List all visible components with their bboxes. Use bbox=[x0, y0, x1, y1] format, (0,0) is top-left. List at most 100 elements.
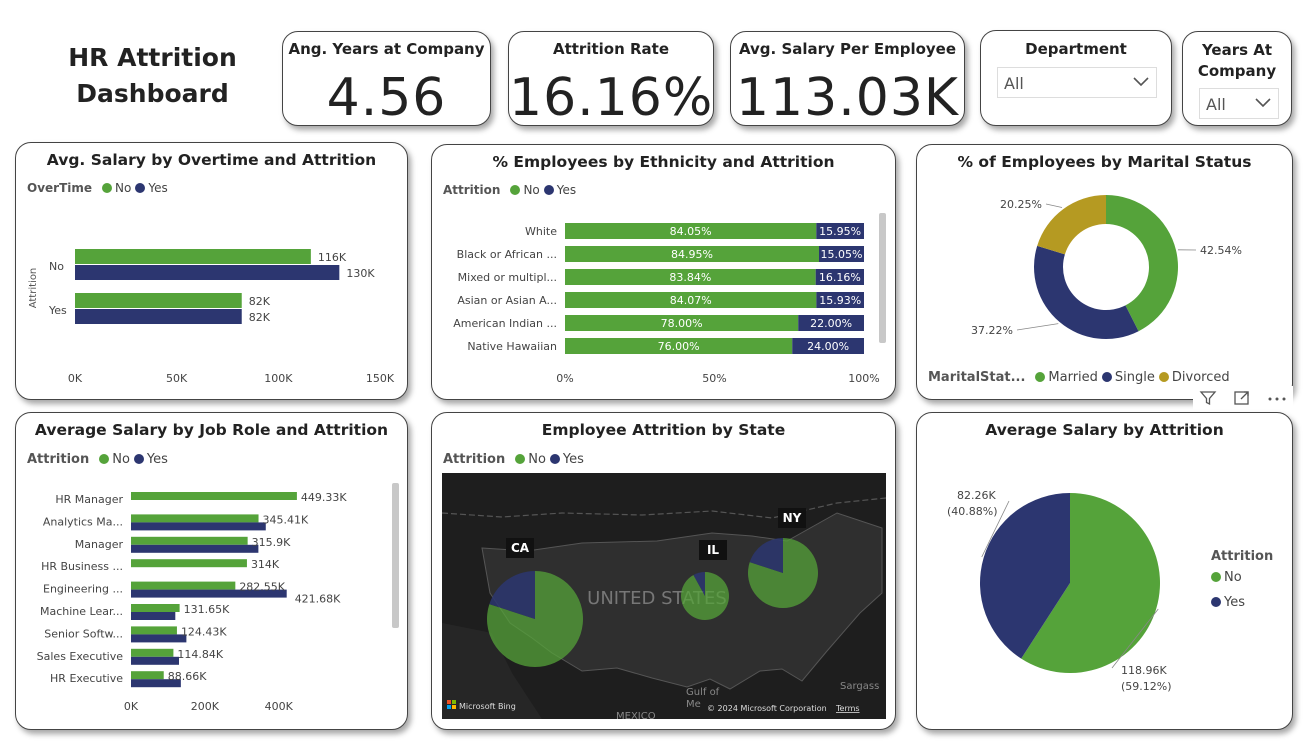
jobrole-chart-card: Average Salary by Job Role and Attrition… bbox=[15, 412, 408, 730]
overtime-chart-card: Avg. Salary by Overtime and Attrition Ov… bbox=[15, 142, 408, 400]
jobrole-bar-chart: HR Manager 449.33K Analytics Ma... 345.41K M… bbox=[37, 483, 399, 713]
kpi-value: 16.16% bbox=[509, 68, 714, 128]
data-label: 22.00% bbox=[810, 317, 852, 330]
data-label: 82K bbox=[249, 295, 271, 308]
data-label: 37.22% bbox=[971, 324, 1013, 337]
x-tick-label: 0% bbox=[556, 372, 573, 385]
category-label: Analytics Ma... bbox=[43, 515, 123, 528]
x-tick-label: 400K bbox=[265, 700, 294, 713]
data-label: 78.00% bbox=[661, 317, 703, 330]
place-label: Me bbox=[686, 699, 701, 710]
legend-item: No bbox=[528, 452, 546, 467]
place-label: MEXICO bbox=[616, 711, 656, 719]
place-label: Sargass bbox=[840, 681, 879, 692]
legend-title: Attrition bbox=[1211, 549, 1274, 564]
data-label: 42.54% bbox=[1200, 244, 1242, 257]
chart-legend: MaritalStat... Married Single Divorced bbox=[928, 370, 1230, 385]
x-tick-label: 0K bbox=[124, 700, 139, 713]
data-label: 315.9K bbox=[252, 536, 291, 549]
data-label: 88.66K bbox=[168, 670, 207, 683]
filter-icon[interactable] bbox=[1199, 389, 1217, 407]
ethnicity-chart-card: % Employees by Ethnicity and Attrition A… bbox=[431, 144, 896, 400]
bar bbox=[75, 249, 311, 264]
category-label: White bbox=[525, 225, 557, 238]
us-map[interactable]: UNITED STATESCA ILNYGulf ofMeMEXICOSargas… bbox=[442, 473, 886, 719]
data-label: 314K bbox=[251, 558, 280, 571]
kpi-value: 113.03K bbox=[735, 68, 960, 128]
data-label: 421.68K bbox=[295, 593, 341, 606]
bar-yes bbox=[131, 656, 179, 665]
legend-title: MaritalStat... bbox=[928, 370, 1026, 385]
data-label: 76.00% bbox=[658, 340, 700, 353]
leader-line bbox=[1016, 323, 1059, 331]
pie-legend: Attrition No Yes bbox=[1211, 549, 1273, 610]
data-label: 16.16% bbox=[819, 271, 861, 284]
legend-dot-single bbox=[1101, 372, 1112, 382]
bar-no bbox=[131, 604, 180, 612]
overtime-bar-chart: Attrition No 116K 130K Yes 82K 82K 0K 50K 100K 150… bbox=[28, 249, 395, 385]
x-tick-label: 200K bbox=[191, 700, 220, 713]
category-label: Senior Softw... bbox=[44, 627, 123, 640]
focus-mode-icon[interactable] bbox=[1233, 389, 1251, 407]
category-label: No bbox=[49, 260, 64, 273]
data-label: 130K bbox=[346, 267, 375, 280]
terms-link[interactable]: Terms bbox=[835, 704, 860, 713]
chevron-down-icon bbox=[1255, 98, 1271, 108]
department-slicer: Department All bbox=[980, 30, 1172, 126]
title-line-1: HR Attrition bbox=[68, 43, 237, 72]
place-label: Gulf of bbox=[686, 687, 720, 698]
slicer-label: Years At Company bbox=[1183, 40, 1291, 82]
kpi-label: Attrition Rate bbox=[552, 40, 670, 58]
kpi-label: Avg. Salary Per Employee bbox=[738, 40, 957, 58]
x-tick-label: 50K bbox=[166, 372, 188, 385]
bar bbox=[75, 309, 242, 324]
data-label: (40.88%) bbox=[947, 505, 998, 518]
dropdown-value: All bbox=[1206, 95, 1226, 114]
bing-logo bbox=[447, 700, 451, 704]
data-label: 84.05% bbox=[670, 225, 712, 238]
data-label: 15.95% bbox=[819, 225, 861, 238]
data-label: 24.00% bbox=[807, 340, 849, 353]
data-label: 83.84% bbox=[669, 271, 711, 284]
bing-label: Microsoft Bing bbox=[459, 702, 516, 711]
data-label: (59.12%) bbox=[1121, 680, 1172, 693]
bar-no bbox=[131, 492, 297, 500]
bing-logo bbox=[452, 700, 456, 704]
kpi-card-attrition-rate: Attrition Rate 16.16% bbox=[508, 31, 714, 128]
state-label: IL bbox=[707, 543, 719, 557]
legend-dot-divorced bbox=[1158, 372, 1169, 382]
bar bbox=[75, 265, 340, 280]
legend-dot-married bbox=[1035, 372, 1046, 382]
y-axis-label: Attrition bbox=[28, 268, 39, 309]
department-dropdown[interactable]: All bbox=[997, 67, 1157, 98]
category-label: Mixed or multipl... bbox=[458, 271, 557, 284]
bar-yes bbox=[131, 522, 266, 531]
x-tick-label: 150K bbox=[366, 372, 395, 385]
category-label: Manager bbox=[75, 538, 124, 551]
data-label: 82.26K bbox=[957, 489, 996, 502]
legend-item: Divorced bbox=[1171, 370, 1230, 385]
data-label: 114.84K bbox=[177, 648, 223, 661]
legend-dot-yes bbox=[1211, 597, 1221, 607]
legend-item: Yes bbox=[1224, 595, 1245, 610]
bar bbox=[75, 293, 242, 308]
chevron-down-icon bbox=[1133, 77, 1149, 87]
data-label: 345.41K bbox=[263, 513, 309, 526]
category-label: Sales Executive bbox=[37, 650, 124, 663]
state-label: NY bbox=[783, 511, 802, 525]
copyright-label: © 2024 Microsoft Corporation bbox=[707, 704, 827, 713]
scrollbar bbox=[392, 483, 399, 628]
bar-no bbox=[131, 514, 259, 523]
more-options-icon[interactable] bbox=[1266, 389, 1288, 407]
ethnicity-bar-chart: White 84.05% 15.95% Black or African ... 84.… bbox=[453, 213, 886, 385]
kpi-card-years: Ang. Years at Company 4.56 bbox=[282, 31, 491, 128]
years-dropdown[interactable]: All bbox=[1199, 88, 1279, 119]
legend-item: Married bbox=[1048, 370, 1098, 385]
legend-title: Attrition bbox=[443, 452, 506, 467]
legend-item: Single bbox=[1114, 370, 1155, 385]
data-label: 124.43K bbox=[181, 625, 227, 638]
map-chart-card: Employee Attrition by State Attrition No Y… bbox=[431, 412, 896, 730]
category-label: Engineering ... bbox=[43, 583, 123, 596]
bar-no bbox=[131, 626, 177, 635]
category-label: Black or African ... bbox=[457, 248, 557, 261]
